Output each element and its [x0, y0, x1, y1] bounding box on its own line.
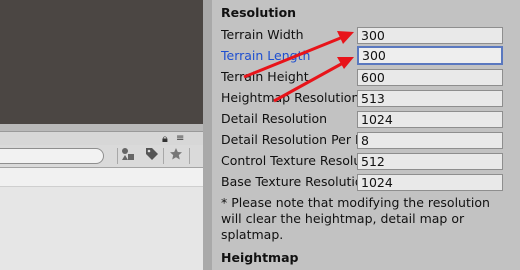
list-item[interactable]	[0, 168, 203, 187]
resolution-warning-note: * Please note that modifying the resolut…	[221, 195, 490, 242]
section-title-resolution: Resolution	[221, 5, 297, 20]
detail-resolution-per-patch-input[interactable]: 8	[357, 132, 503, 149]
panel-divider[interactable]	[0, 124, 203, 131]
inspector-panel: Resolution Terrain Width 300 Terrain Len…	[212, 0, 520, 270]
favorites-star-icon[interactable]	[167, 147, 185, 165]
heightmap-resolution-input[interactable]: 513	[357, 90, 503, 107]
terrain-width-input[interactable]: 300	[357, 27, 503, 44]
terrain-height-input[interactable]: 600	[357, 69, 503, 86]
toolbar-separator	[189, 148, 190, 164]
field-label-terrain-width: Terrain Width	[221, 27, 304, 42]
project-toolbar	[0, 145, 203, 168]
filter-by-label-icon[interactable]	[143, 147, 161, 165]
project-panel-body[interactable]	[0, 168, 203, 270]
panel-menu-icon[interactable]: ≡	[176, 132, 184, 146]
field-label-terrain-length: Terrain Length	[221, 48, 311, 63]
detail-resolution-input[interactable]: 1024	[357, 111, 503, 128]
terrain-length-input[interactable]: 300	[357, 46, 503, 65]
project-panel-header: 🔒︎ ≡	[0, 131, 203, 146]
filter-by-type-icon[interactable]	[119, 147, 137, 165]
field-label-detail-resolution: Detail Resolution	[221, 111, 328, 126]
panel-splitter[interactable]	[203, 0, 212, 270]
lock-icon[interactable]: 🔒︎	[162, 132, 168, 146]
field-label-base-texture-resolution: Base Texture Resolution	[221, 174, 357, 189]
scene-view[interactable]	[0, 0, 203, 124]
toolbar-separator	[117, 148, 118, 164]
toolbar-separator	[163, 148, 164, 164]
search-field[interactable]	[0, 148, 104, 164]
base-texture-resolution-input[interactable]: 1024	[357, 174, 503, 191]
section-title-heightmap: Heightmap	[221, 250, 299, 265]
field-label-heightmap-resolution: Heightmap Resolution	[221, 90, 357, 105]
field-label-control-texture-resolution: Control Texture Resolution	[221, 153, 357, 168]
field-label-terrain-height: Terrain Height	[221, 69, 309, 84]
field-label-detail-resolution-per-patch: Detail Resolution Per Patch	[221, 132, 357, 147]
control-texture-resolution-input[interactable]: 512	[357, 153, 503, 170]
